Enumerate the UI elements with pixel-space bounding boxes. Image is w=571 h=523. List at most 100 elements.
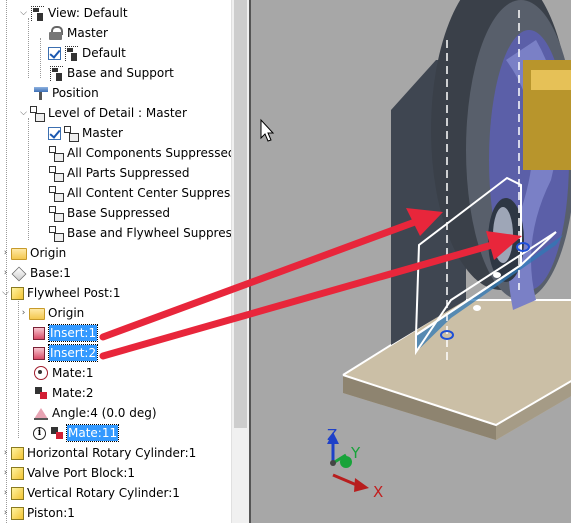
expand-icon[interactable]: › bbox=[0, 483, 11, 503]
tree-item-base[interactable]: › Base:1 bbox=[0, 263, 72, 283]
tree-item-valve-port-block[interactable]: › Valve Port Block:1 bbox=[0, 463, 136, 483]
expand-icon[interactable]: › bbox=[0, 443, 11, 463]
tree-item-all-components-suppressed[interactable]: All Components Suppressed bbox=[48, 143, 231, 163]
level-of-detail-icon bbox=[48, 225, 64, 242]
tree-item-label: Base Suppressed bbox=[67, 206, 171, 220]
collapse-icon[interactable]: ⌵ bbox=[18, 3, 29, 23]
tree-item-label: Origin bbox=[30, 246, 67, 260]
angle-constraint-icon bbox=[33, 405, 49, 421]
tree-item-label: Position bbox=[52, 86, 99, 100]
tree-item-label: Master bbox=[67, 26, 108, 40]
level-of-detail-icon bbox=[29, 105, 45, 122]
mate-constraint-icon bbox=[33, 365, 49, 381]
origin-folder-icon bbox=[29, 308, 45, 320]
tree-item-base-and-flywheel-suppressed[interactable]: Base and Flywheel Suppressed bbox=[48, 223, 231, 243]
insert-constraint-icon bbox=[33, 346, 45, 360]
checkbox-checked-icon[interactable] bbox=[48, 46, 61, 60]
tree-item-label: Flywheel Post:1 bbox=[27, 286, 121, 300]
tree-item-level-of-detail[interactable]: ⌵ Level of Detail : Master bbox=[18, 103, 188, 123]
part-icon bbox=[11, 506, 24, 520]
tree-item-view-default[interactable]: ⌵ View: Default bbox=[18, 3, 129, 23]
expand-icon[interactable]: › bbox=[0, 263, 11, 283]
tree-item-label: Mate:1 bbox=[52, 366, 94, 380]
tree-item-label: Mate:2 bbox=[52, 386, 94, 400]
axis-triad: Z Y X bbox=[327, 426, 383, 501]
tree-item-horizontal-rotary-cylinder[interactable]: › Horizontal Rotary Cylinder:1 bbox=[0, 443, 197, 463]
y-axis-label: Y bbox=[350, 444, 361, 462]
level-of-detail-icon bbox=[48, 165, 64, 182]
tree-item-label: Base and Support bbox=[67, 66, 174, 80]
expand-icon[interactable]: › bbox=[0, 463, 11, 483]
level-of-detail-icon bbox=[48, 145, 64, 162]
tree-item-all-content-center-suppressed[interactable]: All Content Center Suppresse bbox=[48, 183, 231, 203]
tree-item-label: All Content Center Suppresse bbox=[67, 186, 231, 200]
tree-item-label: Insert:2 bbox=[47, 344, 99, 362]
level-of-detail-icon bbox=[48, 185, 64, 202]
model-canvas[interactable]: Z Y X bbox=[251, 0, 571, 523]
part-icon bbox=[11, 466, 24, 480]
tree-item-mate-2[interactable]: Mate:2 bbox=[33, 383, 94, 403]
tree-item-insert-2[interactable]: Insert:2 bbox=[33, 343, 99, 363]
tree-item-label: Base:1 bbox=[30, 266, 71, 280]
tree-item-vertical-rotary-cylinder[interactable]: › Vertical Rotary Cylinder:1 bbox=[0, 483, 181, 503]
tree-item-label: Origin bbox=[48, 306, 85, 320]
tree-item-label: All Components Suppressed bbox=[67, 146, 231, 160]
model-browser: ⌵ View: Default Master Default Base and … bbox=[0, 0, 231, 523]
tree-item-label: Horizontal Rotary Cylinder:1 bbox=[27, 446, 197, 460]
browser-scrollbar[interactable] bbox=[231, 0, 249, 523]
level-of-detail-icon bbox=[48, 205, 64, 222]
tree-item-flywheel-origin[interactable]: › Origin bbox=[18, 303, 85, 323]
info-icon: i bbox=[33, 426, 46, 440]
tree-item-label: Insert:1 bbox=[47, 324, 99, 342]
tree-item-label: Master bbox=[82, 126, 123, 140]
tree-item-lod-master[interactable]: Master bbox=[48, 123, 124, 143]
x-axis-label: X bbox=[373, 483, 383, 501]
tree-item-label: Valve Port Block:1 bbox=[27, 466, 135, 480]
tree-item-angle-4[interactable]: Angle:4 (0.0 deg) bbox=[33, 403, 158, 423]
tree-item-piston[interactable]: › Piston:1 bbox=[0, 503, 76, 523]
tree-item-label: Level of Detail : Master bbox=[48, 106, 187, 120]
tree-item-origin[interactable]: › Origin bbox=[0, 243, 67, 263]
tree-item-label: View: Default bbox=[48, 6, 128, 20]
positional-rep-icon bbox=[33, 85, 49, 101]
design-view-icon bbox=[63, 45, 79, 61]
lock-icon bbox=[48, 25, 64, 41]
mate-constraint-icon bbox=[49, 425, 65, 441]
level-of-detail-icon bbox=[63, 125, 79, 142]
tree-item-base-and-support[interactable]: Base and Support bbox=[48, 63, 175, 83]
scrollbar-thumb[interactable] bbox=[234, 0, 247, 428]
tree-item-master[interactable]: Master bbox=[48, 23, 109, 43]
design-view-icon bbox=[29, 5, 45, 21]
insert-constraint-icon bbox=[33, 326, 45, 340]
checkbox-checked-icon[interactable] bbox=[48, 126, 61, 140]
grounded-part-icon bbox=[11, 265, 27, 281]
tree-item-label: Default bbox=[82, 46, 126, 60]
part-icon bbox=[11, 486, 24, 500]
tree-item-insert-1[interactable]: Insert:1 bbox=[33, 323, 99, 343]
part-icon bbox=[11, 446, 24, 460]
tree-item-mate-11[interactable]: i Mate:11 bbox=[33, 423, 120, 443]
collapse-icon[interactable]: ⌵ bbox=[18, 103, 29, 123]
mouse-cursor-icon bbox=[260, 118, 275, 142]
tree-item-position[interactable]: Position bbox=[33, 83, 100, 103]
z-axis-label: Z bbox=[327, 426, 337, 444]
tree-item-label: Piston:1 bbox=[27, 506, 75, 520]
tree-item-all-parts-suppressed[interactable]: All Parts Suppressed bbox=[48, 163, 190, 183]
tree-item-base-suppressed[interactable]: Base Suppressed bbox=[48, 203, 171, 223]
part-icon bbox=[11, 286, 24, 300]
origin-folder-icon bbox=[11, 248, 27, 260]
design-view-icon bbox=[48, 65, 64, 81]
tree-item-label: Base and Flywheel Suppressed bbox=[67, 226, 231, 240]
tree-item-label: Vertical Rotary Cylinder:1 bbox=[27, 486, 180, 500]
expand-icon[interactable]: › bbox=[0, 243, 11, 263]
tree-item-label: All Parts Suppressed bbox=[67, 166, 190, 180]
tree-item-mate-1[interactable]: Mate:1 bbox=[33, 363, 94, 383]
collapse-icon[interactable]: ⌵ bbox=[0, 283, 11, 303]
tree-item-flywheel-post[interactable]: ⌵ Flywheel Post:1 bbox=[0, 283, 121, 303]
expand-icon[interactable]: › bbox=[0, 503, 11, 523]
tree-item-label: Angle:4 (0.0 deg) bbox=[52, 406, 157, 420]
tree-item-label: Mate:11 bbox=[65, 424, 120, 442]
tree-item-default[interactable]: Default bbox=[48, 43, 127, 63]
expand-icon[interactable]: › bbox=[18, 303, 29, 323]
graphics-viewport[interactable]: Z Y X bbox=[249, 0, 571, 523]
